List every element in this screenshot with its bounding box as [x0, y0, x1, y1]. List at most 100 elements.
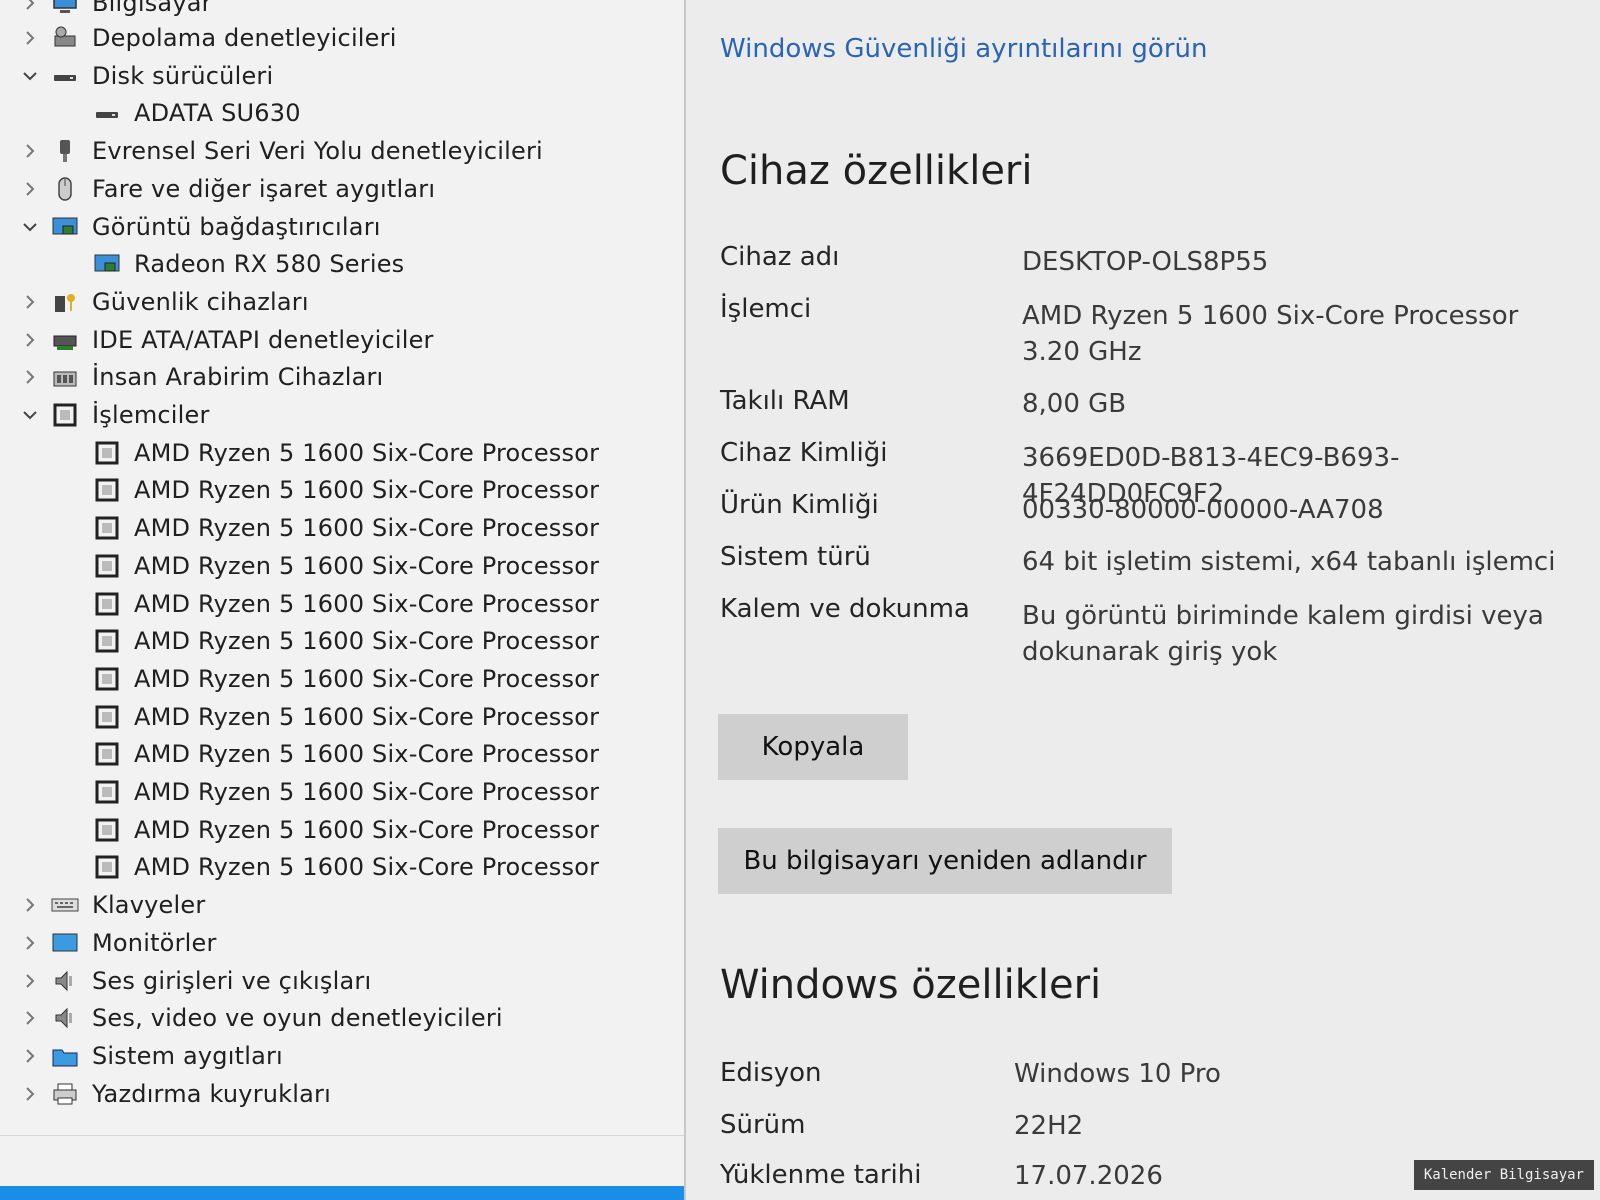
processor-icon	[92, 852, 122, 882]
usb-icon	[50, 136, 80, 166]
tree-category[interactable]: Monitörler	[20, 924, 217, 962]
tree-category-label: Bilgisayar	[92, 0, 212, 17]
tree-device-label: AMD Ryzen 5 1600 Six-Core Processor	[134, 552, 600, 580]
tree-category[interactable]: Ses girişleri ve çıkışları	[20, 962, 371, 1000]
chevron-right-icon[interactable]	[20, 28, 40, 48]
disk-drive-icon	[92, 98, 122, 128]
tree-category[interactable]: Evrensel Seri Veri Yolu denetleyicileri	[20, 132, 543, 170]
tree-device-label: ADATA SU630	[134, 99, 301, 127]
spec-value-ram: 8,00 GB	[1022, 389, 1127, 419]
spec-label-product-id: Ürün Kimliği	[720, 490, 879, 520]
watermark: Kalender Bilgisayar	[1413, 1160, 1594, 1190]
device-manager-tree: Bilgisayar Depolama denetleyicileri Disk…	[0, 0, 686, 1200]
chevron-down-icon[interactable]	[20, 66, 40, 86]
tree-category[interactable]: IDE ATA/ATAPI denetleyiciler	[20, 321, 434, 359]
tree-category[interactable]: Ses, video ve oyun denetleyicileri	[20, 999, 503, 1037]
processor-icon	[92, 589, 122, 619]
processor-icon	[92, 777, 122, 807]
spec-label-version: Sürüm	[720, 1110, 806, 1140]
storage-controller-icon	[50, 23, 80, 53]
chevron-down-icon[interactable]	[20, 217, 40, 237]
chevron-right-icon[interactable]	[20, 1084, 40, 1104]
tree-device-item[interactable]: AMD Ryzen 5 1600 Six-Core Processor	[92, 698, 599, 736]
tree-category[interactable]: Yazdırma kuyrukları	[20, 1075, 331, 1113]
tree-category-label: Görüntü bağdaştırıcıları	[92, 213, 381, 241]
spec-value-pen-touch-line2: dokunarak giriş yok	[1022, 637, 1278, 667]
chevron-right-icon[interactable]	[20, 1008, 40, 1028]
tree-device-label: AMD Ryzen 5 1600 Six-Core Processor	[134, 514, 600, 542]
tree-device-item[interactable]: AMD Ryzen 5 1600 Six-Core Processor	[92, 547, 599, 585]
tree-device-item[interactable]: AMD Ryzen 5 1600 Six-Core Processor	[92, 848, 599, 886]
tree-device-label: AMD Ryzen 5 1600 Six-Core Processor	[134, 740, 600, 768]
chevron-right-icon[interactable]	[20, 971, 40, 991]
tree-category[interactable]: Görüntü bağdaştırıcıları	[20, 208, 381, 246]
tree-category[interactable]: İnsan Arabirim Cihazları	[20, 358, 383, 396]
spec-label-device-id: Cihaz Kimliği	[720, 438, 888, 468]
tree-device-item[interactable]: AMD Ryzen 5 1600 Six-Core Processor	[92, 434, 599, 472]
chevron-right-icon[interactable]	[20, 367, 40, 387]
spec-value-processor: AMD Ryzen 5 1600 Six-Core Processor	[1022, 301, 1519, 331]
processor-icon	[92, 475, 122, 505]
tree-device-item[interactable]: AMD Ryzen 5 1600 Six-Core Processor	[92, 773, 599, 811]
tree-device-item[interactable]: ADATA SU630	[92, 94, 301, 132]
tree-device-item[interactable]: AMD Ryzen 5 1600 Six-Core Processor	[92, 811, 599, 849]
disk-drive-icon	[50, 61, 80, 91]
tree-category[interactable]: Güvenlik cihazları	[20, 283, 309, 321]
tree-category[interactable]: İşlemciler	[20, 396, 210, 434]
copy-button[interactable]: Kopyala	[718, 714, 908, 780]
tree-category[interactable]: Fare ve diğer işaret aygıtları	[20, 170, 435, 208]
windows-specs-heading: Windows özellikleri	[720, 962, 1102, 1008]
tree-device-item[interactable]: AMD Ryzen 5 1600 Six-Core Processor	[92, 622, 599, 660]
chevron-right-icon[interactable]	[20, 933, 40, 953]
keyboard-icon	[50, 890, 80, 920]
chevron-down-icon[interactable]	[20, 405, 40, 425]
processor-icon	[92, 551, 122, 581]
chevron-right-icon[interactable]	[20, 0, 40, 13]
spec-label-device-name: Cihaz adı	[720, 242, 840, 272]
computer-icon	[50, 0, 80, 18]
divider	[0, 1135, 684, 1136]
tree-category-label: Depolama denetleyicileri	[92, 24, 397, 52]
tree-category-label: Ses, video ve oyun denetleyicileri	[92, 1004, 503, 1032]
speaker-icon	[50, 1003, 80, 1033]
taskbar-strip	[0, 1186, 684, 1200]
tree-device-label: AMD Ryzen 5 1600 Six-Core Processor	[134, 703, 600, 731]
rename-pc-button[interactable]: Bu bilgisayarı yeniden adlandır	[718, 828, 1172, 894]
tree-category-label: İşlemciler	[92, 401, 210, 429]
spec-label-system-type: Sistem türü	[720, 542, 871, 572]
tree-category-label: Yazdırma kuyrukları	[92, 1080, 331, 1108]
chevron-right-icon[interactable]	[20, 179, 40, 199]
tree-category-label: Fare ve diğer işaret aygıtları	[92, 175, 436, 203]
chevron-right-icon[interactable]	[20, 895, 40, 915]
chevron-right-icon[interactable]	[20, 330, 40, 350]
tree-category-label: Monitörler	[92, 929, 217, 957]
tree-category[interactable]: Klavyeler	[20, 886, 205, 924]
tree-device-item[interactable]: AMD Ryzen 5 1600 Six-Core Processor	[92, 585, 599, 623]
mouse-icon	[50, 174, 80, 204]
spec-label-edition: Edisyon	[720, 1058, 822, 1088]
tree-category-label: Evrensel Seri Veri Yolu denetleyicileri	[92, 137, 543, 165]
tree-category[interactable]: Disk sürücüleri	[20, 57, 273, 95]
tree-device-label: AMD Ryzen 5 1600 Six-Core Processor	[134, 590, 600, 618]
tree-category[interactable]: Sistem aygıtları	[20, 1037, 283, 1075]
tree-device-item[interactable]: AMD Ryzen 5 1600 Six-Core Processor	[92, 735, 599, 773]
processor-icon	[50, 400, 80, 430]
tree-device-item[interactable]: AMD Ryzen 5 1600 Six-Core Processor	[92, 660, 599, 698]
tree-category-label: Disk sürücüleri	[92, 62, 274, 90]
tree-device-item[interactable]: AMD Ryzen 5 1600 Six-Core Processor	[92, 509, 599, 547]
chevron-right-icon[interactable]	[20, 292, 40, 312]
tree-device-label: AMD Ryzen 5 1600 Six-Core Processor	[134, 476, 600, 504]
tree-category-label: Güvenlik cihazları	[92, 288, 309, 316]
tree-device-item[interactable]: AMD Ryzen 5 1600 Six-Core Processor	[92, 471, 599, 509]
tree-device-item[interactable]: Radeon RX 580 Series	[92, 245, 404, 283]
spec-label-pen-touch: Kalem ve dokunma	[720, 594, 970, 624]
spec-value-device-name: DESKTOP-OLS8P55	[1022, 247, 1269, 277]
tree-category-label: Sistem aygıtları	[92, 1042, 283, 1070]
chevron-right-icon[interactable]	[20, 141, 40, 161]
chevron-right-icon[interactable]	[20, 1046, 40, 1066]
ide-controller-icon	[50, 325, 80, 355]
spec-value-version: 22H2	[1014, 1111, 1084, 1141]
tree-category[interactable]: Depolama denetleyicileri	[20, 19, 397, 57]
windows-security-link[interactable]: Windows Güvenliği ayrıntılarını görün	[720, 34, 1207, 64]
tree-device-label: AMD Ryzen 5 1600 Six-Core Processor	[134, 778, 600, 806]
